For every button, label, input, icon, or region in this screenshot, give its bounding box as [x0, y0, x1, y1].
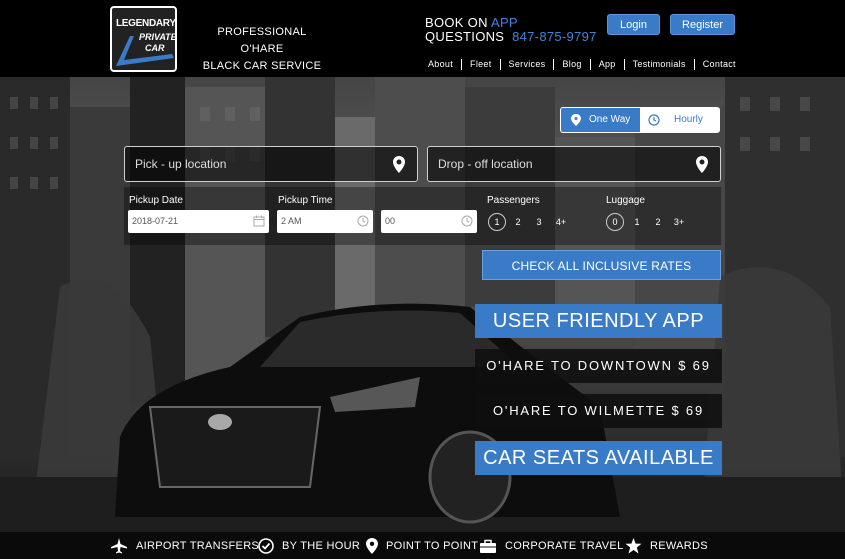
pickup-date-label: Pickup Date [129, 195, 183, 206]
one-way-tab[interactable]: One Way [561, 108, 640, 132]
calendar-icon [253, 215, 265, 227]
register-button[interactable]: Register [670, 14, 735, 35]
questions-label: QUESTIONS [425, 29, 505, 44]
main-nav: About Fleet Services Blog App Testimonia… [420, 58, 744, 70]
passenger-option-4plus[interactable]: 4+ [552, 213, 570, 231]
luggage-option-2[interactable]: 2 [649, 213, 667, 231]
login-button[interactable]: Login [607, 14, 660, 35]
book-app-link[interactable]: APP [491, 15, 518, 30]
passenger-option-3[interactable]: 3 [530, 213, 548, 231]
passenger-option-1[interactable]: 1 [488, 213, 506, 231]
contact-block: BOOK ON APP QUESTIONS 847-875-9797 [425, 16, 597, 44]
pickup-date-field[interactable]: 2018-07-21 [128, 210, 269, 233]
feature-label: BY THE HOUR [282, 540, 361, 552]
passengers-label: Passengers [487, 195, 540, 206]
logo-text-line2: PRIVATE [139, 32, 177, 42]
feature-label: REWARDS [650, 540, 708, 552]
pickup-minute-field[interactable]: 00 [381, 210, 477, 233]
hourly-label: Hourly [674, 114, 703, 125]
luggage-label: Luggage [606, 195, 645, 206]
trip-type-toggle: One Way Hourly [560, 107, 720, 133]
map-pin-icon [366, 538, 378, 554]
map-pin-icon [571, 114, 581, 126]
dropoff-location-placeholder: Drop - off location [438, 157, 533, 171]
feature-airport-transfers[interactable]: AIRPORT TRANSFERS [110, 538, 259, 554]
feature-label: AIRPORT TRANSFERS [136, 540, 260, 552]
briefcase-icon [480, 539, 496, 553]
luggage-option-0[interactable]: 0 [606, 213, 624, 231]
pickup-location-input[interactable]: Pick - up location [124, 146, 418, 182]
logo-text-line3: CAR [145, 43, 165, 53]
tagline: PROFESSIONAL O'HARE BLACK CAR SERVICE [196, 24, 328, 75]
nav-item-services[interactable]: Services [501, 59, 554, 69]
feature-by-the-hour[interactable]: BY THE HOUR [258, 538, 360, 554]
pickup-hour-value: 2 AM [281, 216, 302, 226]
promo-ohare-wilmette: O'HARE TO WILMETTE $ 69 [475, 394, 722, 428]
dropoff-location-input[interactable]: Drop - off location [427, 146, 721, 182]
airplane-icon [111, 538, 127, 554]
map-pin-icon [696, 156, 708, 173]
nav-item-blog[interactable]: Blog [554, 59, 589, 69]
nav-item-contact[interactable]: Contact [695, 59, 744, 69]
clock-icon [357, 215, 369, 227]
map-pin-icon [393, 156, 405, 173]
hourly-tab[interactable]: Hourly [640, 108, 719, 132]
pickup-date-value: 2018-07-21 [132, 216, 179, 226]
pickup-time-label: Pickup Time [278, 195, 333, 206]
logo-text-line1: LEGENDARY [116, 18, 176, 29]
hero-section: One Way Hourly Pick - up location Drop -… [0, 77, 845, 532]
promo-car-seats[interactable]: CAR SEATS AVAILABLE [475, 441, 722, 475]
book-label: BOOK ON [425, 15, 488, 30]
check-rates-button[interactable]: CHECK ALL INCLUSIVE RATES [482, 250, 721, 280]
nav-item-testimonials[interactable]: Testimonials [625, 59, 694, 69]
pickup-hour-field[interactable]: 2 AM [277, 210, 373, 233]
promo-ohare-downtown: O'HARE TO DOWNTOWN $ 69 [475, 349, 722, 383]
pickup-location-placeholder: Pick - up location [135, 157, 227, 171]
feature-label: CORPORATE TRAVEL [505, 540, 624, 552]
luggage-option-1[interactable]: 1 [628, 213, 646, 231]
tagline-line2: BLACK CAR SERVICE [202, 60, 322, 72]
feature-label: POINT TO POINT [386, 540, 479, 552]
nav-item-app[interactable]: App [591, 59, 624, 69]
nav-item-about[interactable]: About [420, 59, 461, 69]
star-icon [625, 538, 642, 554]
feature-corporate-travel[interactable]: CORPORATE TRAVEL [479, 538, 624, 554]
feature-point-to-point[interactable]: POINT TO POINT [366, 538, 478, 554]
pickup-minute-value: 00 [385, 216, 396, 226]
phone-link[interactable]: 847-875-9797 [512, 29, 597, 44]
features-bar: AIRPORT TRANSFERS BY THE HOUR POINT TO P… [0, 532, 845, 559]
nav-item-fleet[interactable]: Fleet [462, 59, 500, 69]
check-circle-icon [258, 538, 274, 554]
feature-rewards[interactable]: REWARDS [625, 538, 708, 554]
logo[interactable]: LEGENDARY PRIVATE CAR [110, 6, 177, 72]
clock-icon [461, 215, 473, 227]
luggage-option-3plus[interactable]: 3+ [670, 213, 688, 231]
clock-icon [648, 114, 660, 126]
passenger-option-2[interactable]: 2 [509, 213, 527, 231]
site-header: LEGENDARY PRIVATE CAR PROFESSIONAL O'HAR… [0, 0, 845, 77]
promo-user-friendly-app[interactable]: USER FRIENDLY APP [475, 304, 722, 338]
tagline-line1: PROFESSIONAL O'HARE [217, 26, 307, 55]
one-way-label: One Way [589, 114, 631, 125]
